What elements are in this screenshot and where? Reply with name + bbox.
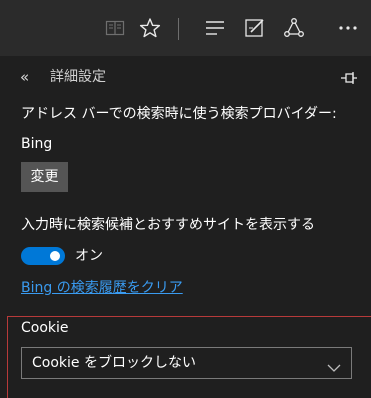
search-provider-label: アドレス バーでの検索時に使う検索プロバイダー: xyxy=(21,106,337,122)
back-button[interactable]: « xyxy=(20,67,38,87)
change-provider-button[interactable]: 変更 xyxy=(21,162,68,192)
web-note-icon[interactable] xyxy=(240,13,270,43)
clear-search-history-link[interactable]: Bing の検索履歴をクリア xyxy=(21,278,183,298)
suggestions-label: 入力時に検索候補とおすすめサイトを表示する xyxy=(21,217,315,233)
cookie-label: Cookie xyxy=(21,320,69,336)
toggle-knob xyxy=(50,251,60,261)
cookie-select[interactable]: Cookie をブロックしない xyxy=(21,347,352,379)
more-icon[interactable] xyxy=(333,13,363,43)
reading-view-icon[interactable] xyxy=(100,13,130,43)
toggle-state-label: オン xyxy=(75,248,103,264)
toolbar-separator xyxy=(178,18,179,40)
favorite-star-icon[interactable] xyxy=(135,13,165,43)
chevron-down-icon xyxy=(327,358,341,372)
pin-icon[interactable] xyxy=(340,70,358,84)
cookie-select-value: Cookie をブロックしない xyxy=(32,355,196,371)
advanced-settings-pane: « 詳細設定 アドレス バーでの検索時に使う検索プロバイダー: Bing 変更 … xyxy=(0,56,371,398)
pane-header: « 詳細設定 xyxy=(0,64,371,92)
edge-browser-window: « 詳細設定 アドレス バーでの検索時に使う検索プロバイダー: Bing 変更 … xyxy=(0,0,371,398)
search-provider-value: Bing xyxy=(21,136,53,152)
hub-icon[interactable] xyxy=(200,13,230,43)
browser-toolbar xyxy=(0,0,371,56)
pane-title: 詳細設定 xyxy=(50,69,106,85)
share-icon[interactable] xyxy=(279,13,309,43)
suggestions-toggle[interactable] xyxy=(21,247,65,265)
